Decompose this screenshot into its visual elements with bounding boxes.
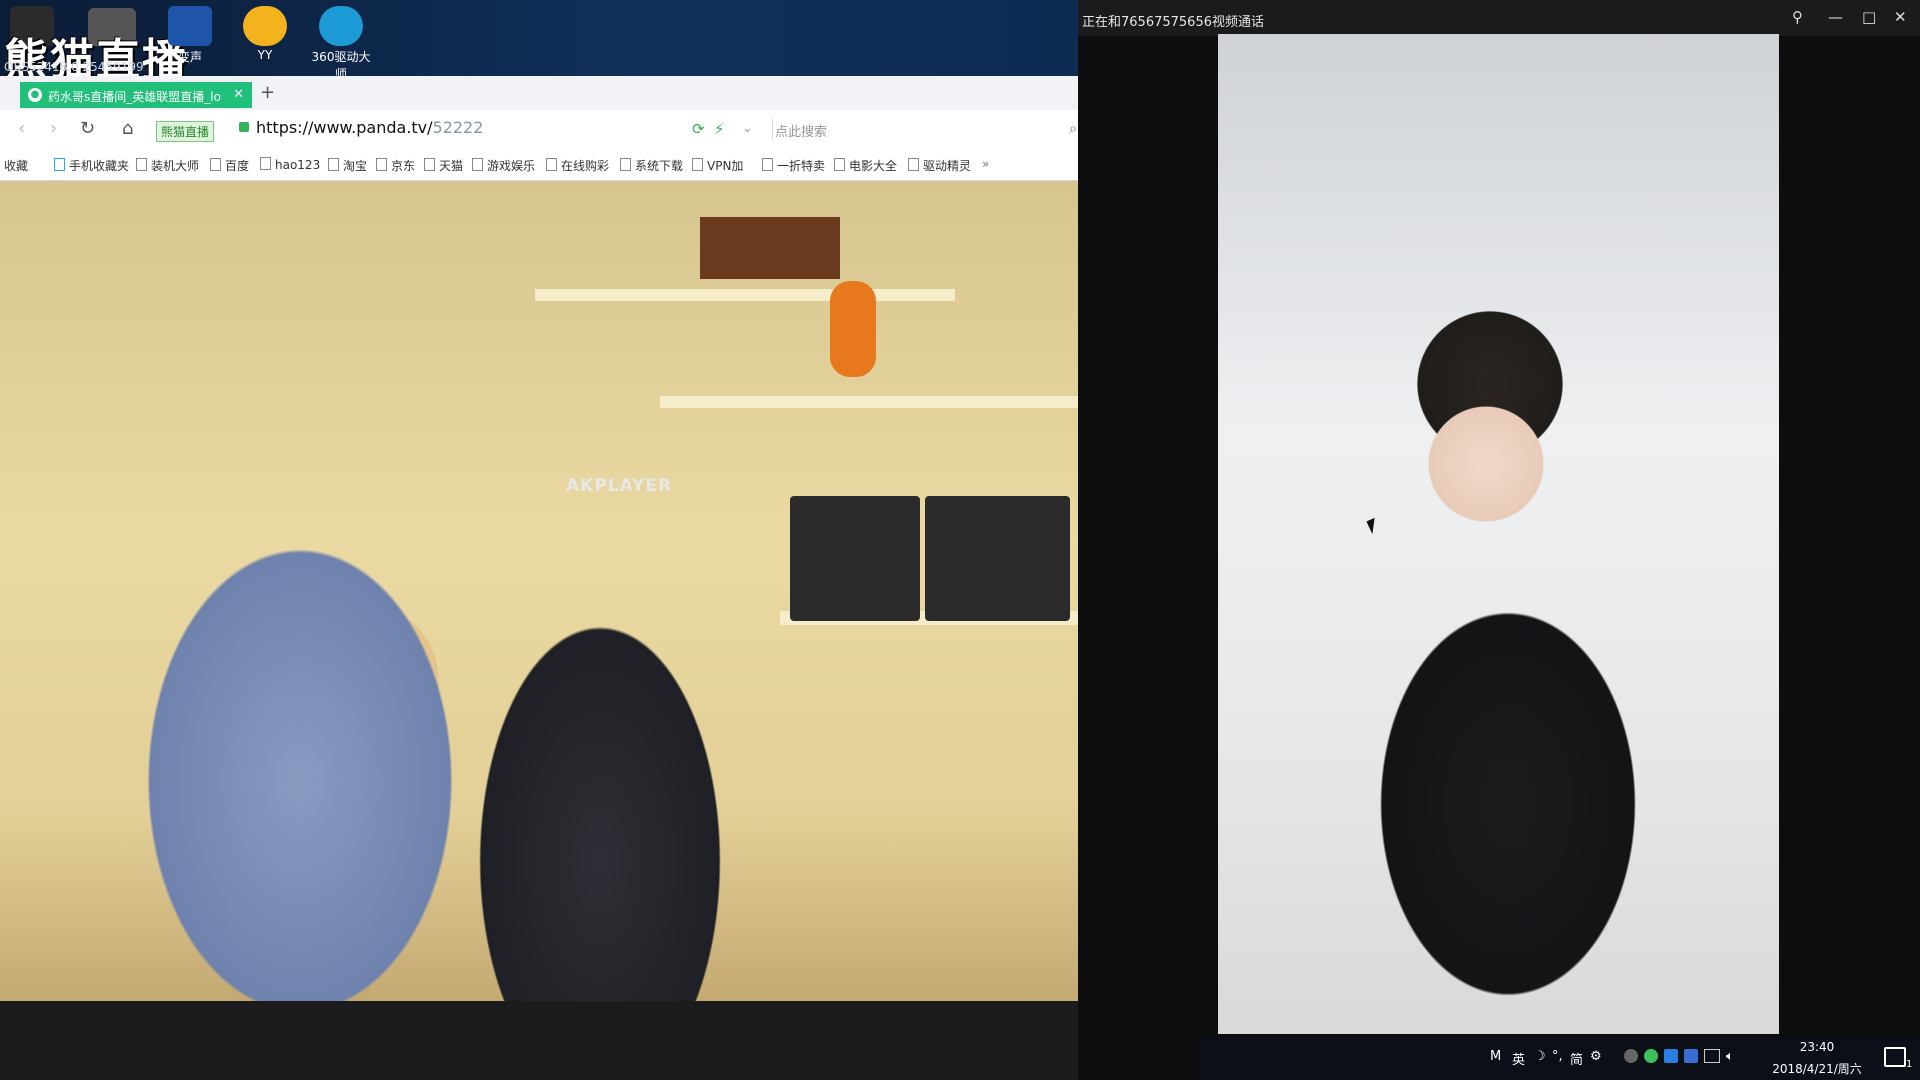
taskbar: M 英 ☽ °, 简 ⚙ 🔈︎ 23:40 2018/4/21/周六 1: [1198, 1037, 1920, 1080]
tab-title: 药水哥s直播间_英雄联盟直播_lo: [48, 90, 221, 104]
desktop-shortcut-label: 变声: [177, 50, 202, 64]
tab-bar: ● 药水哥s直播间_英雄联盟直播_lo ✕ +: [0, 76, 1078, 110]
desktop-shortcut-voice-changer[interactable]: 变声: [155, 6, 225, 65]
url-host: https://www.panda.tv/: [256, 118, 433, 137]
tray-network-icon[interactable]: [1704, 1049, 1720, 1063]
tray-simplified-icon[interactable]: 简: [1570, 1049, 1583, 1068]
tab-close-icon[interactable]: ✕: [233, 87, 244, 102]
tray-wechat-icon[interactable]: [1644, 1049, 1658, 1063]
shelf: [660, 396, 1090, 408]
notification-count: 1: [1906, 1059, 1913, 1070]
bookmark-item[interactable]: 一折特卖: [762, 157, 825, 174]
new-tab-button[interactable]: +: [260, 82, 275, 103]
desktop-counter-text: OBS52418.0 25459199: [4, 60, 144, 74]
bookmark-item[interactable]: VPN加: [692, 157, 743, 174]
pin-icon[interactable]: ⚲: [1792, 8, 1803, 26]
tray-language-icon[interactable]: 英: [1512, 1049, 1525, 1068]
lightning-icon[interactable]: ⚡: [714, 120, 725, 138]
desktop-strip: 熊猫直播 OBS52418.0 25459199 变声 YY 360驱动大师: [0, 0, 1078, 86]
reload-icon[interactable]: ↻: [80, 118, 95, 139]
bookmark-item[interactable]: 天猫: [424, 157, 463, 174]
bookmark-item[interactable]: 驱动精灵: [908, 157, 971, 174]
search-box[interactable]: 点此搜索 ⌕: [772, 118, 1079, 140]
bookmark-item[interactable]: 游戏娱乐: [472, 157, 535, 174]
call-title: 正在和76567575656视频通话: [1082, 15, 1264, 30]
bookmark-mobile[interactable]: 手机收藏夹: [54, 157, 129, 174]
shelf: [535, 289, 955, 301]
tray-app-icon[interactable]: [1664, 1049, 1678, 1063]
tab-stream[interactable]: ● 药水哥s直播间_英雄联盟直播_lo ✕: [20, 82, 252, 108]
tray-ime-icon[interactable]: M: [1490, 1049, 1501, 1064]
yy-icon: [243, 6, 287, 46]
desktop-shortcut-yy[interactable]: YY: [230, 6, 300, 62]
browser-window: ● 药水哥s直播间_英雄联盟直播_lo ✕ + ‹ › ↻ ⌂ 熊猫直播 htt…: [0, 76, 1078, 181]
clock-date[interactable]: 2018/4/21/周六: [1772, 1060, 1862, 1077]
bookmarks-bar: 收藏 手机收藏夹 装机大师 百度 hao123 淘宝 京东 天猫 游戏娱乐 在线…: [0, 150, 1078, 180]
remote-video[interactable]: [1218, 34, 1779, 1034]
chair-brand-text: AKPLAYER: [566, 476, 673, 496]
tray-app-icon[interactable]: [1624, 1049, 1638, 1063]
panda-favicon-icon: ●: [28, 88, 42, 102]
search-icon[interactable]: ⌕: [1069, 121, 1077, 137]
navigation-bar: ‹ › ↻ ⌂ 熊猫直播 https://www.panda.tv/52222 …: [0, 110, 1078, 150]
tray-volume-icon[interactable]: 🔈︎: [1726, 1049, 1734, 1064]
close-icon[interactable]: ✕: [1894, 8, 1907, 26]
bookmark-item[interactable]: 百度: [210, 157, 249, 174]
minimize-icon[interactable]: —: [1828, 8, 1843, 26]
url-path: 52222: [432, 118, 484, 137]
tray-kx-icon[interactable]: [1684, 1049, 1698, 1063]
notification-icon[interactable]: [1884, 1047, 1906, 1067]
bookmark-item[interactable]: 在线购彩: [546, 157, 609, 174]
voice-changer-icon: [168, 6, 212, 46]
bookmarks-more-icon[interactable]: »: [982, 157, 989, 171]
lock-icon: [239, 122, 249, 132]
home-icon[interactable]: ⌂: [122, 118, 133, 139]
dropdown-chevron-icon[interactable]: ⌄: [742, 121, 753, 136]
desktop-shortcut-driver-master[interactable]: 360驱动大师: [306, 6, 376, 82]
stream-video[interactable]: [0, 181, 1198, 1080]
tray-settings-icon[interactable]: ⚙: [1590, 1049, 1602, 1064]
bookmark-item[interactable]: 淘宝: [328, 157, 367, 174]
bookmark-item[interactable]: 电影大全: [834, 157, 897, 174]
desk-edge: [0, 1001, 1198, 1080]
driver-master-icon: [319, 6, 363, 46]
forward-icon[interactable]: ›: [50, 118, 57, 139]
bookmark-item[interactable]: 装机大师: [136, 157, 199, 174]
address-bar[interactable]: https://www.panda.tv/52222: [256, 118, 483, 137]
bookmark-item[interactable]: hao123: [260, 157, 320, 172]
security-shield-icon[interactable]: ⟳: [692, 120, 705, 138]
bookmark-item[interactable]: 京东: [376, 157, 415, 174]
tray-moon-icon[interactable]: ☽: [1534, 1049, 1546, 1064]
site-badge[interactable]: 熊猫直播: [156, 121, 215, 142]
clock-time[interactable]: 23:40: [1772, 1040, 1862, 1054]
desktop-shortcut-label: YY: [257, 48, 273, 62]
orange-toy: [830, 281, 876, 377]
search-placeholder: 点此搜索: [775, 125, 828, 140]
call-titlebar: 正在和76567575656视频通话 ⚲ — □ ✕: [1078, 0, 1920, 36]
bookmark-favorites[interactable]: 收藏: [4, 157, 28, 174]
video-call-window: 正在和76567575656视频通话 ⚲ — □ ✕: [1078, 0, 1920, 1080]
back-icon[interactable]: ‹: [18, 118, 25, 139]
maximize-icon[interactable]: □: [1862, 8, 1876, 26]
tray-punctuation-icon[interactable]: °,: [1552, 1049, 1563, 1064]
bookmark-item[interactable]: 系统下载: [620, 157, 683, 174]
speaker: [925, 496, 1070, 621]
box-on-shelf: [700, 217, 840, 279]
speaker: [790, 496, 920, 621]
